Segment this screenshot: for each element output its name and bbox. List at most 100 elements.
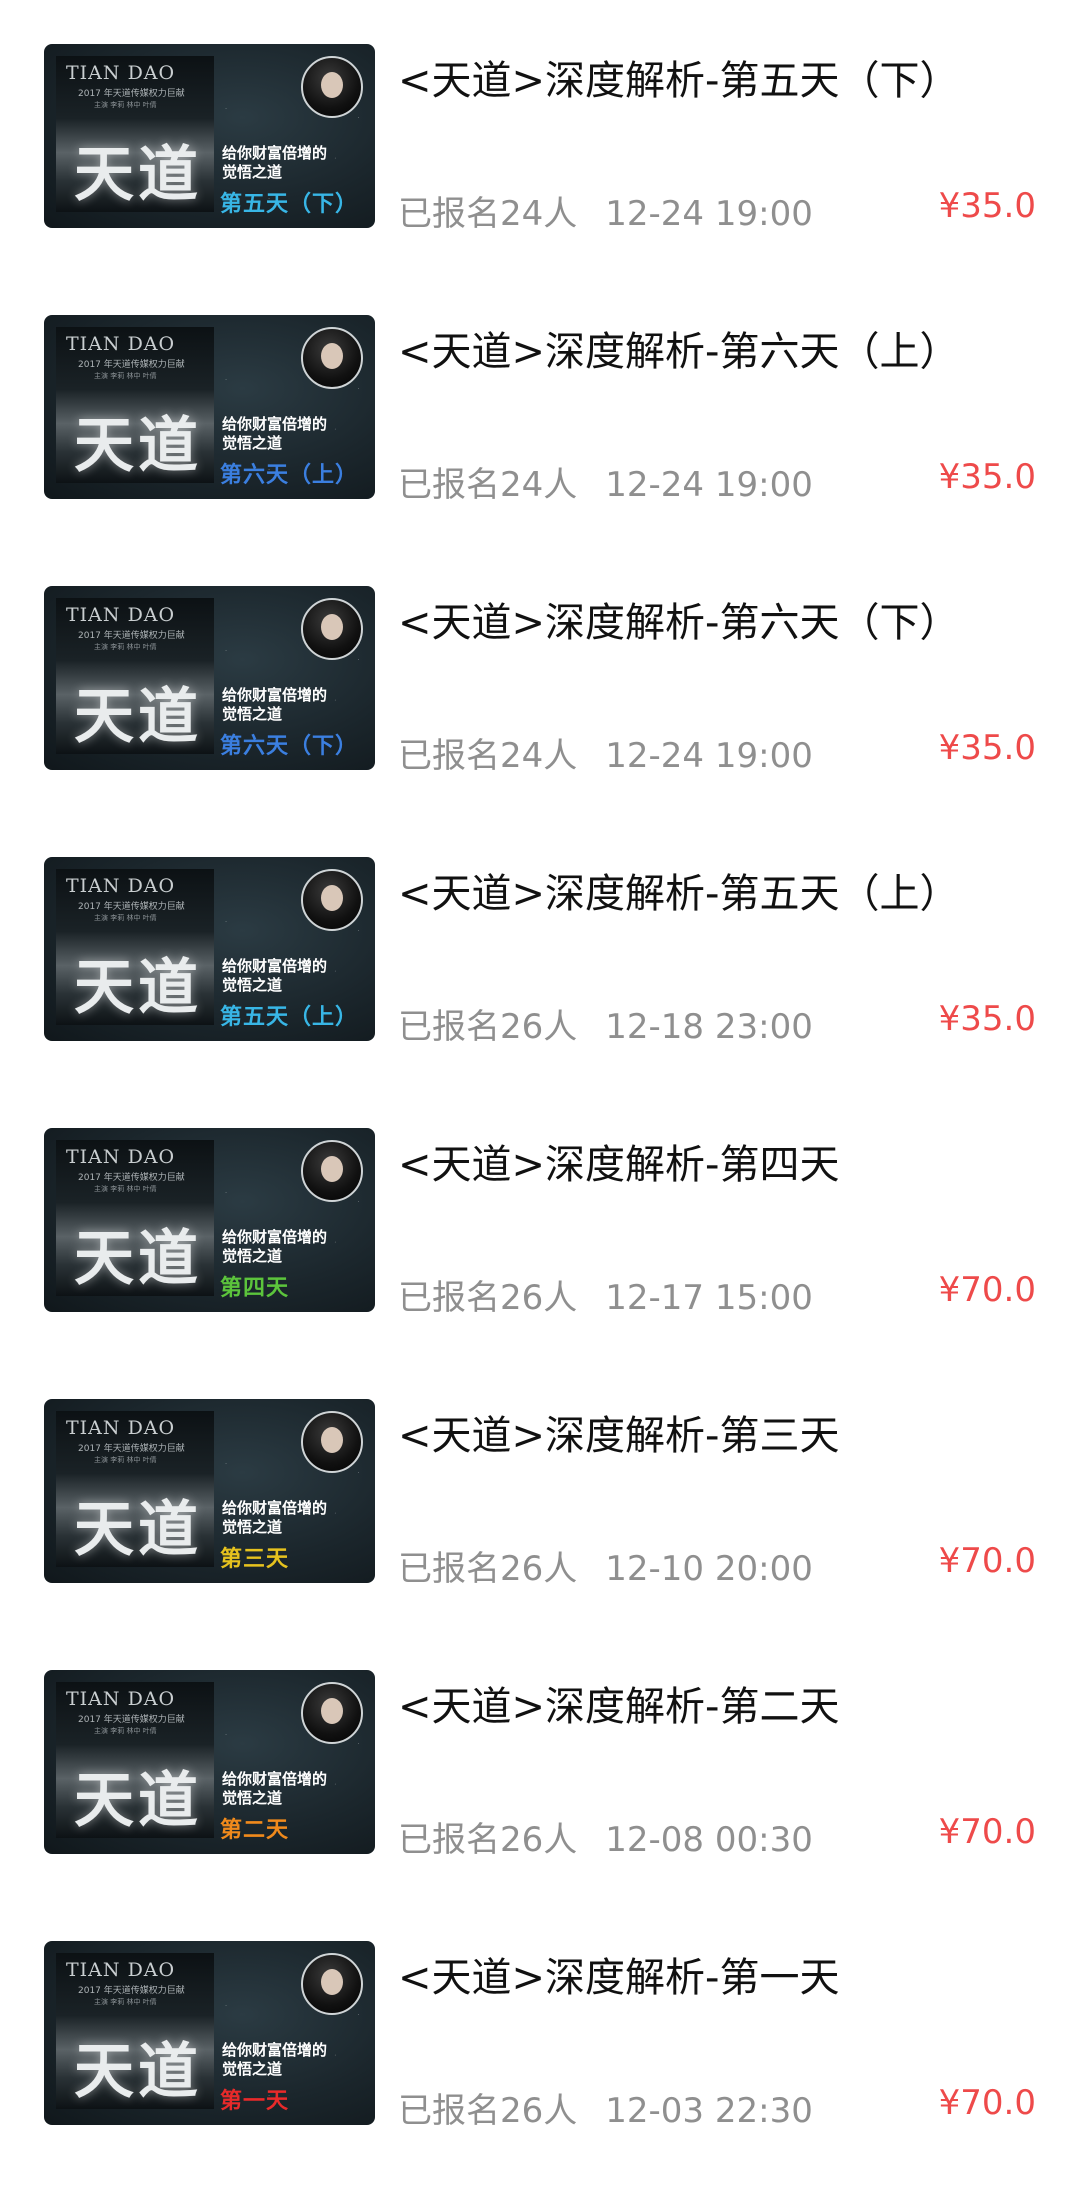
host-avatar [301,1682,363,1744]
slogan-line-2: 觉悟之道 [222,434,283,452]
poster-title: TIAN DAO [66,875,176,897]
course-thumbnail: TIAN DAO 2017 年天道传媒权力巨献 主演 李莉 林中 叶倩 天道 给… [44,44,375,228]
course-meta: 已报名26人 12-10 20:00 [398,1541,813,1590]
course-title[interactable]: <天道>深度解析-第一天 [398,1945,839,2003]
course-title[interactable]: <天道>深度解析-第六天（下） [398,590,959,648]
course-item[interactable]: TIAN DAO 2017 年天道传媒权力巨献 主演 李莉 林中 叶倩 天道 给… [0,271,1076,547]
course-thumbnail: TIAN DAO 2017 年天道传媒权力巨献 主演 李莉 林中 叶倩 天道 给… [44,857,375,1041]
poster-credits: 主演 李莉 林中 叶倩 [94,1185,157,1193]
slogan-line-1: 给你财富倍增的 [222,1770,328,1788]
signup-count: 已报名26人 [398,1278,578,1318]
course-time: 12-24 19:00 [605,736,813,776]
slogan-line-2: 觉悟之道 [222,163,283,181]
host-avatar [301,1140,363,1202]
course-list: TIAN DAO 2017 年天道传媒权力巨献 主演 李莉 林中 叶倩 天道 给… [0,0,1076,2192]
course-thumbnail: TIAN DAO 2017 年天道传媒权力巨献 主演 李莉 林中 叶倩 天道 给… [44,315,375,499]
poster-title: TIAN DAO [66,1959,176,1981]
course-price: ¥35.0 [938,728,1036,768]
course-thumbnail: TIAN DAO 2017 年天道传媒权力巨献 主演 李莉 林中 叶倩 天道 给… [44,1128,375,1312]
poster-big-title: 天道 [74,1766,202,1836]
poster-credits: 主演 李莉 林中 叶倩 [94,1456,157,1464]
poster-subtitle: 2017 年天道传媒权力巨献 [78,631,185,641]
course-time: 12-24 19:00 [605,465,813,505]
course-title[interactable]: <天道>深度解析-第五天（下） [398,48,959,106]
poster-title: TIAN DAO [66,1417,176,1439]
signup-count: 已报名26人 [398,1549,578,1589]
course-price: ¥35.0 [938,457,1036,497]
course-time: 12-18 23:00 [605,1007,813,1047]
poster-big-title: 天道 [74,140,202,210]
poster-image: TIAN DAO 2017 年天道传媒权力巨献 主演 李莉 林中 叶倩 天道 [56,598,214,754]
course-meta: 已报名26人 12-03 22:30 [398,2083,813,2132]
poster-title: TIAN DAO [66,1688,176,1710]
course-item[interactable]: TIAN DAO 2017 年天道传媒权力巨献 主演 李莉 林中 叶倩 天道 给… [0,0,1076,276]
poster-subtitle: 2017 年天道传媒权力巨献 [78,1715,185,1725]
slogan-line-1: 给你财富倍增的 [222,957,328,975]
thumbnail-day-label: 第五天（上） [220,1005,359,1030]
slogan-line-1: 给你财富倍增的 [222,1228,328,1246]
thumbnail-day-label: 第六天（下） [220,734,359,759]
course-price: ¥70.0 [938,2083,1036,2123]
course-title[interactable]: <天道>深度解析-第六天（上） [398,319,959,377]
course-time: 12-17 15:00 [605,1278,813,1318]
course-title[interactable]: <天道>深度解析-第三天 [398,1403,839,1461]
signup-count: 已报名24人 [398,194,578,234]
course-price: ¥35.0 [938,999,1036,1039]
thumbnail-day-label: 第一天 [220,2089,290,2114]
thumbnail-slogan: 给你财富倍增的 觉悟之道 [222,957,327,995]
poster-credits: 主演 李莉 林中 叶倩 [94,372,157,380]
poster-big-title: 天道 [74,1495,202,1565]
poster-image: TIAN DAO 2017 年天道传媒权力巨献 主演 李莉 林中 叶倩 天道 [56,1411,214,1567]
thumbnail-day-label: 第六天（上） [220,463,359,488]
poster-credits: 主演 李莉 林中 叶倩 [94,914,157,922]
slogan-line-2: 觉悟之道 [222,976,283,994]
thumbnail-day-label: 第三天 [220,1547,290,1572]
thumbnail-day-label: 第二天 [220,1818,290,1843]
course-item[interactable]: TIAN DAO 2017 年天道传媒权力巨献 主演 李莉 林中 叶倩 天道 给… [0,1355,1076,1631]
course-title[interactable]: <天道>深度解析-第五天（上） [398,861,959,919]
thumbnail-slogan: 给你财富倍增的 觉悟之道 [222,2041,327,2079]
course-title[interactable]: <天道>深度解析-第四天 [398,1132,839,1190]
host-avatar [301,598,363,660]
poster-big-title: 天道 [74,2037,202,2107]
course-title[interactable]: <天道>深度解析-第二天 [398,1674,839,1732]
course-thumbnail: TIAN DAO 2017 年天道传媒权力巨献 主演 李莉 林中 叶倩 天道 给… [44,1670,375,1854]
slogan-line-2: 觉悟之道 [222,1789,283,1807]
course-meta: 已报名26人 12-17 15:00 [398,1270,813,1319]
poster-subtitle: 2017 年天道传媒权力巨献 [78,1444,185,1454]
course-item[interactable]: TIAN DAO 2017 年天道传媒权力巨献 主演 李莉 林中 叶倩 天道 给… [0,1084,1076,1360]
poster-credits: 主演 李莉 林中 叶倩 [94,101,157,109]
host-avatar [301,1411,363,1473]
signup-count: 已报名26人 [398,1820,578,1860]
course-item[interactable]: TIAN DAO 2017 年天道传媒权力巨献 主演 李莉 林中 叶倩 天道 给… [0,1897,1076,2173]
host-avatar [301,869,363,931]
course-meta: 已报名24人 12-24 19:00 [398,186,813,235]
poster-title: TIAN DAO [66,333,176,355]
slogan-line-1: 给你财富倍增的 [222,1499,328,1517]
slogan-line-1: 给你财富倍增的 [222,144,328,162]
poster-image: TIAN DAO 2017 年天道传媒权力巨献 主演 李莉 林中 叶倩 天道 [56,327,214,483]
host-avatar [301,1953,363,2015]
thumbnail-slogan: 给你财富倍增的 觉悟之道 [222,1228,327,1266]
thumbnail-day-label: 第四天 [220,1276,290,1301]
course-item[interactable]: TIAN DAO 2017 年天道传媒权力巨献 主演 李莉 林中 叶倩 天道 给… [0,1626,1076,1902]
course-item[interactable]: TIAN DAO 2017 年天道传媒权力巨献 主演 李莉 林中 叶倩 天道 给… [0,542,1076,818]
course-meta: 已报名24人 12-24 19:00 [398,728,813,777]
course-meta: 已报名26人 12-18 23:00 [398,999,813,1048]
signup-count: 已报名24人 [398,736,578,776]
thumbnail-slogan: 给你财富倍增的 觉悟之道 [222,1499,327,1537]
course-price: ¥35.0 [938,186,1036,226]
thumbnail-slogan: 给你财富倍增的 觉悟之道 [222,686,327,724]
host-avatar [301,56,363,118]
slogan-line-2: 觉悟之道 [222,2060,283,2078]
poster-subtitle: 2017 年天道传媒权力巨献 [78,360,185,370]
slogan-line-2: 觉悟之道 [222,1247,283,1265]
course-time: 12-24 19:00 [605,194,813,234]
course-meta: 已报名24人 12-24 19:00 [398,457,813,506]
slogan-line-2: 觉悟之道 [222,1518,283,1536]
poster-big-title: 天道 [74,682,202,752]
poster-big-title: 天道 [74,953,202,1023]
course-item[interactable]: TIAN DAO 2017 年天道传媒权力巨献 主演 李莉 林中 叶倩 天道 给… [0,813,1076,1089]
host-avatar [301,327,363,389]
poster-credits: 主演 李莉 林中 叶倩 [94,643,157,651]
